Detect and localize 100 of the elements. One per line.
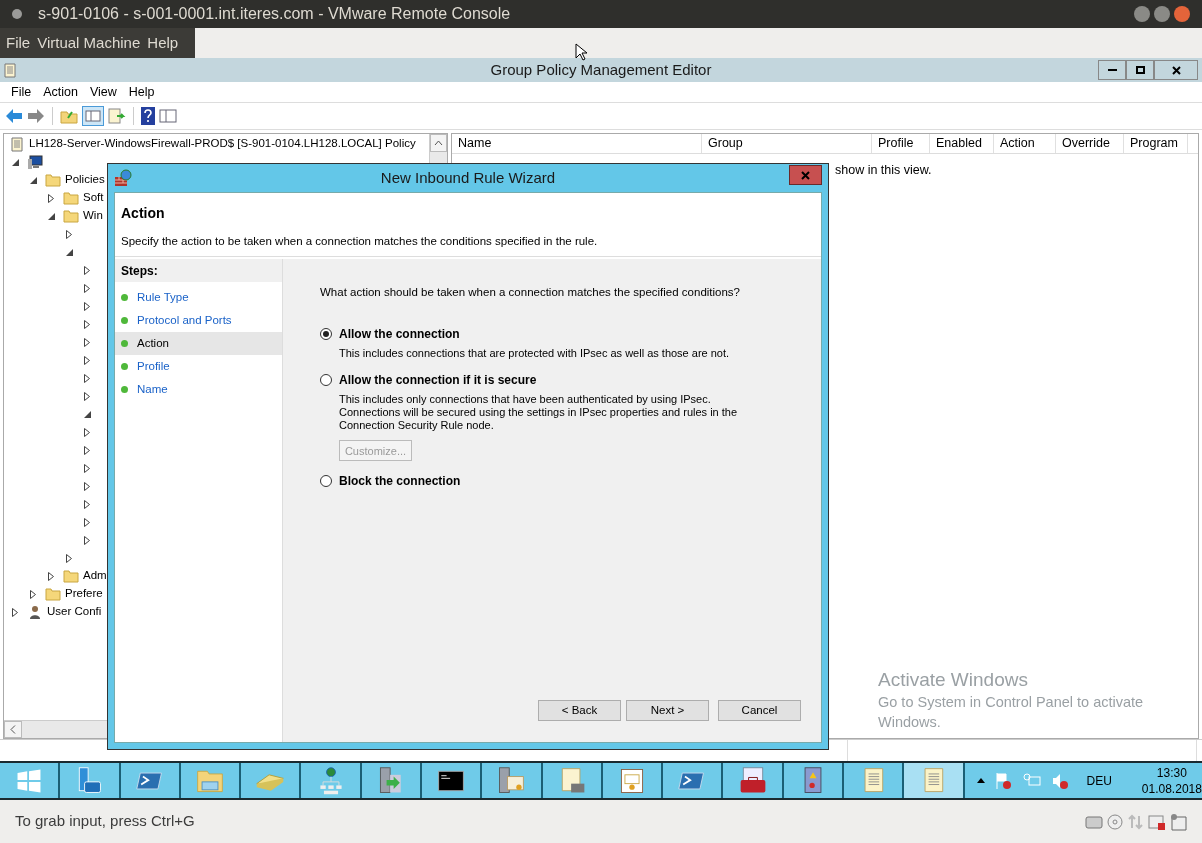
restore-button[interactable]	[1126, 60, 1154, 80]
scroll-icon	[11, 136, 23, 152]
expand-arrow-icon[interactable]	[84, 535, 90, 545]
restore-icon	[1135, 66, 1145, 74]
clock-time[interactable]: 13:30	[1156, 764, 1187, 781]
expand-arrow-icon[interactable]	[84, 301, 90, 311]
tree-item[interactable]: Adm	[83, 567, 107, 585]
maximize-button[interactable]	[1154, 6, 1170, 22]
option-label[interactable]: Allow the connection	[339, 325, 460, 344]
option-description: This includes only connections that have been authenticated by using IPsec. Connections will be secured using the settings in IPsec properties and rules in the Connection Security Rule node.	[339, 393, 739, 433]
collapse-arrow-icon[interactable]	[66, 248, 73, 256]
option-label[interactable]: Allow the connection if it is secure	[339, 371, 537, 390]
help-icon[interactable]	[141, 107, 155, 125]
radio-button[interactable]	[320, 374, 332, 387]
folder-icon	[63, 569, 79, 583]
expand-arrow-icon[interactable]	[84, 427, 90, 437]
forward-arrow-icon[interactable]	[27, 108, 45, 124]
menu-item[interactable]: File	[5, 82, 38, 102]
step-item[interactable]: Action	[115, 332, 282, 355]
step-item[interactable]: Name	[115, 378, 282, 401]
expand-arrow-icon[interactable]	[12, 607, 18, 617]
tree-item[interactable]: Win	[83, 207, 103, 225]
minimize-button[interactable]	[1098, 60, 1126, 80]
step-item[interactable]: Profile	[115, 355, 282, 378]
folder-up-icon[interactable]	[60, 108, 78, 124]
radio-button[interactable]	[320, 475, 332, 488]
expand-arrow-icon[interactable]	[84, 319, 90, 329]
expand-arrow-icon[interactable]	[30, 589, 36, 599]
expand-arrow-icon[interactable]	[84, 445, 90, 455]
wizard-button[interactable]: Next >	[626, 700, 709, 721]
expand-arrow-icon[interactable]	[84, 337, 90, 347]
empty-list-message: show in this view.	[835, 162, 932, 179]
server-certificate-icon	[496, 765, 527, 796]
panel-toggle-icon[interactable]	[82, 106, 104, 126]
column-header[interactable]: Enabled	[930, 134, 994, 153]
expand-arrow-icon[interactable]	[48, 571, 54, 581]
menu-item[interactable]: Help	[122, 82, 161, 102]
tree-item[interactable]: User Confi	[47, 603, 102, 621]
column-header[interactable]: Program	[1124, 134, 1188, 153]
step-bullet-icon	[121, 317, 128, 324]
tree-item[interactable]: LH128-Server-WindowsFirewall-PROD$ [S-901-0104.LH128.LOCAL] Policy	[29, 135, 416, 153]
column-header[interactable]: Group	[702, 134, 872, 153]
folder-icon	[63, 209, 79, 223]
dialog-title: New Inbound Rule Wizard	[379, 167, 557, 188]
expand-arrow-icon[interactable]	[84, 373, 90, 383]
column-header[interactable]: Name	[452, 134, 702, 153]
expand-arrow-icon[interactable]	[84, 499, 90, 509]
expand-arrow-icon[interactable]	[84, 517, 90, 527]
step-item[interactable]: Rule Type	[115, 286, 282, 309]
language-indicator[interactable]: DEU	[1086, 771, 1112, 790]
folder-icon	[45, 173, 61, 187]
export-list-icon[interactable]	[108, 108, 126, 124]
expand-arrow-icon[interactable]	[48, 193, 54, 203]
scroll-up-icon[interactable]	[430, 134, 447, 152]
folder-icon	[45, 587, 61, 601]
expand-arrow-icon[interactable]	[66, 229, 72, 239]
collapse-arrow-icon[interactable]	[30, 176, 37, 184]
expand-arrow-icon[interactable]	[84, 355, 90, 365]
steps-heading: Steps:	[115, 259, 282, 282]
minimize-icon	[1107, 69, 1117, 71]
menu-item[interactable]: View	[83, 82, 123, 102]
tree-item[interactable]: Prefere	[65, 585, 103, 603]
menu-item[interactable]: Help	[144, 31, 182, 55]
collapse-arrow-icon[interactable]	[48, 212, 55, 220]
message-icon[interactable]	[1169, 812, 1187, 831]
column-header[interactable]: Action	[994, 134, 1056, 153]
tree-item[interactable]: Soft	[83, 189, 104, 207]
expand-arrow-icon[interactable]	[84, 283, 90, 293]
expand-arrow-icon[interactable]	[84, 265, 90, 275]
flag-error-icon[interactable]	[994, 771, 1013, 790]
expand-arrow-icon[interactable]	[66, 553, 72, 563]
menu-item[interactable]: File	[3, 31, 34, 55]
close-button[interactable]	[1154, 60, 1198, 80]
option-label[interactable]: Block the connection	[339, 472, 461, 491]
wizard-button[interactable]: < Back	[538, 700, 621, 721]
window-menu-icon[interactable]	[12, 9, 22, 19]
mouse-cursor-icon	[575, 43, 587, 61]
step-item[interactable]: Protocol and Ports	[115, 309, 282, 332]
back-arrow-icon[interactable]	[5, 108, 23, 124]
collapse-arrow-icon[interactable]	[84, 410, 91, 418]
tree-item[interactable]: Policies	[65, 171, 105, 189]
activation-message: Go to System in Control Panel to activate Windows.	[878, 693, 1145, 732]
drive-error-icon[interactable]	[1148, 812, 1166, 831]
taskbar-button[interactable]	[904, 763, 965, 798]
folder-icon	[63, 191, 79, 205]
expand-arrow-icon[interactable]	[84, 391, 90, 401]
clock-date[interactable]: 01.08.2018	[1141, 780, 1202, 797]
expand-arrow-icon[interactable]	[84, 463, 90, 473]
expand-arrow-icon[interactable]	[84, 481, 90, 491]
menu-item[interactable]: Action	[37, 82, 84, 102]
column-header[interactable]: Override	[1056, 134, 1124, 153]
radio-button[interactable]	[320, 328, 332, 341]
column-header[interactable]: Profile	[872, 134, 930, 153]
status-message: To grab input, press Ctrl+G	[15, 811, 195, 832]
menu-item[interactable]: Virtual Machine	[34, 31, 144, 55]
question-text: What action should be taken when a connection matches the specified conditions?	[320, 285, 741, 300]
collapse-arrow-icon[interactable]	[12, 158, 19, 166]
show-hidden-icons-icon[interactable]	[976, 778, 985, 783]
step-bullet-icon	[121, 294, 128, 301]
wizard-button[interactable]: Cancel	[718, 700, 801, 721]
